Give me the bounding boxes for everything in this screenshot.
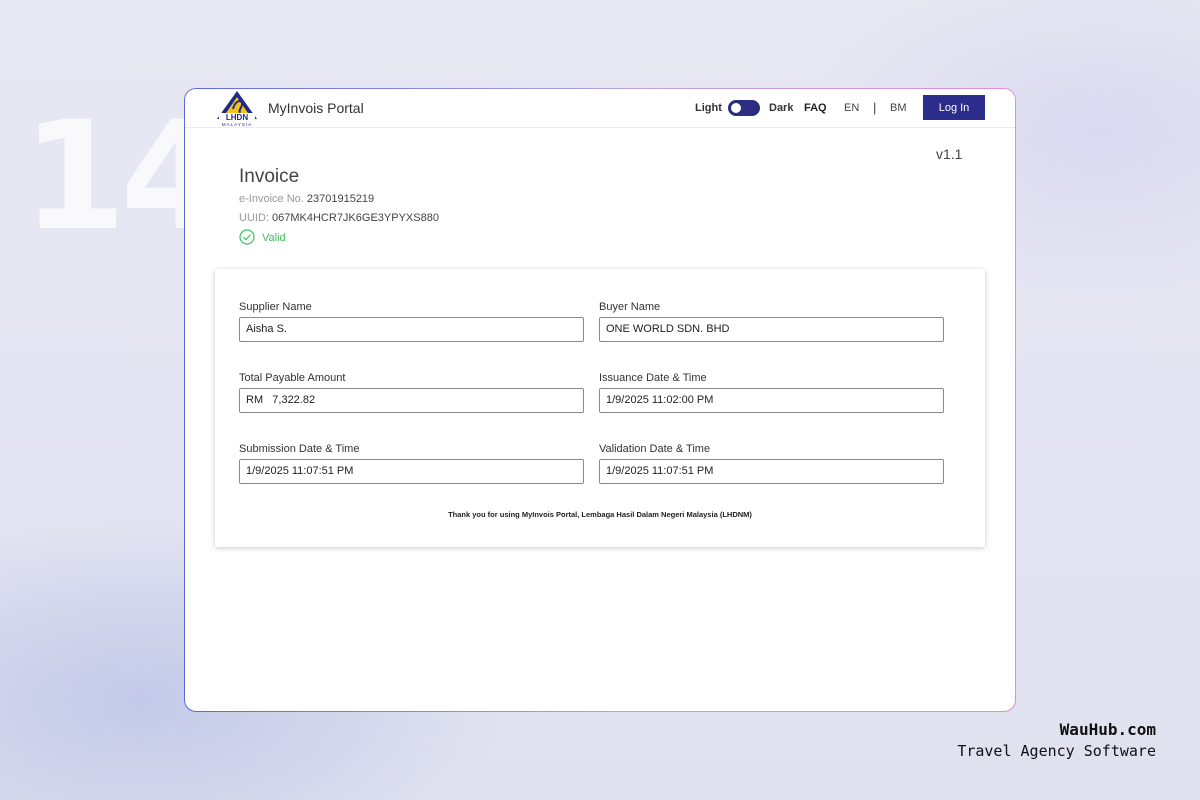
issuance-date-field[interactable]: 1/9/2025 11:02:00 PM	[599, 388, 944, 413]
check-circle-icon	[239, 229, 255, 245]
browser-window: LHDN MALAYSIA MyInvois Portal Light Dark…	[184, 88, 1016, 712]
logo-text: LHDN	[226, 113, 248, 122]
submission-date-field[interactable]: 1/9/2025 11:07:51 PM	[239, 459, 584, 484]
einvoice-number: e-Invoice No. 23701915219	[239, 193, 374, 205]
lhdn-logo[interactable]: LHDN MALAYSIA	[213, 89, 261, 127]
language-separator: |	[873, 100, 877, 115]
total-payable-label: Total Payable Amount	[239, 372, 346, 384]
window-content: LHDN MALAYSIA MyInvois Portal Light Dark…	[185, 89, 1015, 711]
supplier-name-field[interactable]: Aisha S.	[239, 317, 584, 342]
language-bm-link[interactable]: BM	[890, 102, 907, 114]
logo-subtext: MALAYSIA	[222, 122, 252, 127]
toggle-knob	[731, 103, 741, 113]
brand-name: WauHub.com	[1059, 720, 1156, 739]
portal-title[interactable]: MyInvois Portal	[268, 100, 364, 116]
validation-date-label: Validation Date & Time	[599, 443, 711, 455]
validation-date-field[interactable]: 1/9/2025 11:07:51 PM	[599, 459, 944, 484]
einvoice-number-label: e-Invoice No.	[239, 193, 304, 205]
brand-tagline: Travel Agency Software	[957, 742, 1156, 760]
language-en-link[interactable]: EN	[844, 102, 859, 114]
uuid-value: 067MK4HCR7JK6GE3YPYXS880	[272, 212, 439, 224]
total-payable-field[interactable]: RM 7,322.82	[239, 388, 584, 413]
uuid-label: UUID:	[239, 212, 269, 224]
footer-note: Thank you for using MyInvois Portal, Lem…	[448, 510, 752, 519]
issuance-date-label: Issuance Date & Time	[599, 372, 707, 384]
theme-dark-label: Dark	[769, 102, 794, 114]
status-text: Valid	[262, 232, 286, 244]
top-navigation-bar: LHDN MALAYSIA MyInvois Portal Light Dark…	[185, 89, 1015, 128]
submission-date-label: Submission Date & Time	[239, 443, 360, 455]
buyer-name-label: Buyer Name	[599, 301, 661, 313]
invoice-details-card: Supplier Name Aisha S. Buyer Name ONE WO…	[215, 269, 985, 547]
buyer-name-field[interactable]: ONE WORLD SDN. BHD	[599, 317, 944, 342]
theme-toggle[interactable]	[728, 100, 760, 116]
login-button[interactable]: Log In	[923, 95, 985, 120]
faq-link[interactable]: FAQ	[804, 102, 827, 114]
theme-light-label: Light	[695, 102, 722, 114]
page-title: Invoice	[239, 166, 300, 187]
version-label: v1.1	[936, 146, 963, 162]
uuid: UUID: 067MK4HCR7JK6GE3YPYXS880	[239, 212, 439, 224]
supplier-name-label: Supplier Name	[239, 301, 312, 313]
einvoice-number-value: 23701915219	[306, 193, 375, 205]
